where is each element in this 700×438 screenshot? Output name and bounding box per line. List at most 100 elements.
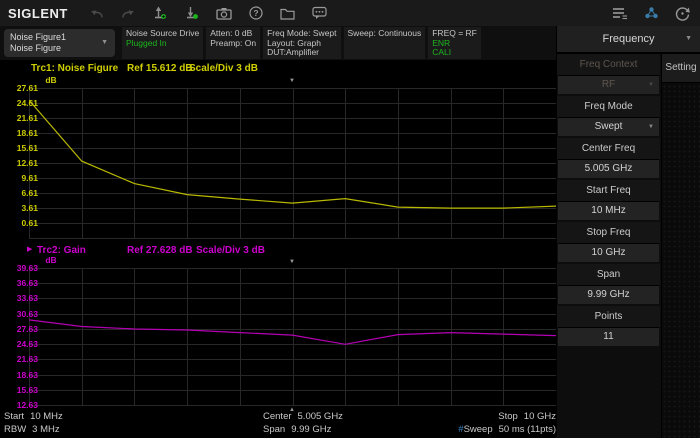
measurement-type: Noise Figure [10, 43, 62, 53]
noise-source-off-icon[interactable] [184, 6, 199, 21]
trace2-ref-level[interactable]: Ref 27.628 dB [127, 245, 193, 256]
web-control-icon[interactable] [644, 6, 659, 20]
menu-item-value-points[interactable]: 11 [558, 327, 659, 346]
menu-item-label: Freq Context [557, 54, 660, 75]
trace2-grid [29, 268, 557, 406]
status-line: Plugged In [126, 37, 167, 48]
freq-cal-cell[interactable]: FREQ = RF ENR CALI [428, 27, 481, 59]
menu-item-label: Freq Mode [557, 96, 660, 117]
status-line: Sweep: Continuous [347, 28, 422, 38]
noise-source-drive-cell[interactable]: Noise Source Drive Plugged In [122, 27, 204, 59]
tab-setting[interactable]: Setting [662, 54, 700, 83]
noise-source-on-icon[interactable] [152, 6, 167, 21]
chevron-down-icon: ▼ [101, 39, 108, 46]
file-icon[interactable] [280, 7, 295, 20]
menu-item-value-center-freq[interactable]: 5.005 GHz [558, 159, 659, 178]
help-icon[interactable]: ? [249, 6, 263, 20]
center-value: 5.005 GHz [297, 411, 343, 422]
span-readout: Span 9.99 GHz [263, 424, 331, 435]
redo-icon[interactable] [121, 7, 135, 20]
menu-item-label: Stop Freq [557, 222, 660, 243]
y-tick-label: 24.63 [16, 339, 38, 349]
y-tick-label: 21.63 [16, 354, 38, 364]
menu-item-label: Start Freq [557, 180, 660, 201]
menu-item-stop-freq: Stop Freq 10 GHz [557, 222, 660, 262]
trace1-grid [29, 88, 557, 239]
menu-item-value-span[interactable]: 9.99 GHz [558, 285, 659, 304]
menu-item-center-freq: Center Freq 5.005 GHz [557, 138, 660, 178]
active-trace-marker-icon: ▶ [27, 246, 33, 253]
message-icon[interactable] [312, 6, 327, 20]
y-tick-label: 15.61 [16, 143, 38, 153]
y-tick-label: 30.63 [16, 309, 38, 319]
freq-mode-cell[interactable]: Freq Mode: Swept Layout: Graph DUT:Amplifi… [263, 27, 341, 59]
sweep-marker-top2-icon: ▼ [289, 259, 295, 265]
trace1-scale-div[interactable]: Scale/Div 3 dB [189, 63, 258, 74]
trace2-graph [29, 268, 557, 406]
chevron-down-icon: ▼ [685, 35, 692, 42]
status-line: CALI [432, 47, 452, 57]
restore-icon[interactable] [675, 6, 690, 21]
measurement-name: Noise Figure1 [10, 32, 67, 42]
trace1-graph [29, 88, 557, 239]
toolbar-right-icons [612, 0, 690, 26]
measurement-selector[interactable]: Noise Figure1 Noise Figure ▼ [4, 29, 115, 57]
menu-item-label: Center Freq [557, 138, 660, 159]
sweep-time-readout: #Sweep 50 ms (11pts) [458, 424, 556, 435]
trace2-scale-div[interactable]: Scale/Div 3 dB [196, 245, 265, 256]
start-freq-readout: Start 10 MHz [4, 411, 63, 422]
menu-item-points: Points 11 [557, 306, 660, 346]
span-label: Span [263, 424, 286, 435]
status-line: DUT:Amplifier [267, 47, 320, 57]
trace1-title[interactable]: Trc1: Noise Figure [31, 63, 118, 74]
menu-item-label: Span [557, 264, 660, 285]
start-value: 10 MHz [30, 411, 63, 422]
y-tick-label: 3.61 [21, 203, 38, 213]
menu-item-value-freq-mode[interactable]: Swept ▼ [558, 117, 659, 136]
frequency-panel: Frequency ▼ Freq Context RF ▼ Freq Mode Swep… [556, 26, 700, 438]
rbw-label: RBW [4, 424, 27, 435]
siglent-logo: SIGLENT [8, 5, 68, 21]
menu-item-value-stop-freq[interactable]: 10 GHz [558, 243, 659, 262]
stop-freq-readout: Stop 10 GHz [498, 411, 556, 422]
y-tick-label: 27.61 [16, 83, 38, 93]
undo-icon[interactable] [90, 7, 104, 20]
trace2-unit-label: dB [45, 255, 57, 265]
y-tick-label: 18.61 [16, 128, 38, 138]
rbw-value: 3 MHz [32, 424, 60, 435]
noise-figure-analyzer-screen: SIGLENT ? Noise Figure1 Noise Figure ▼ N… [0, 0, 700, 438]
chevron-down-icon: ▼ [648, 82, 654, 88]
screenshot-icon[interactable] [216, 7, 232, 20]
menu-item-start-freq: Start Freq 10 MHz [557, 180, 660, 220]
panel-title: Frequency [602, 33, 655, 45]
menu-item-freq-mode: Freq Mode Swept ▼ [557, 96, 660, 136]
trace1-ref-level[interactable]: Ref 15.612 dB [127, 63, 193, 74]
y-tick-label: 15.63 [16, 385, 38, 395]
y-tick-label: 0.61 [21, 218, 38, 228]
center-freq-readout: Center 5.005 GHz [263, 411, 343, 422]
y-tick-label: 21.61 [16, 113, 38, 123]
task-list-icon[interactable] [612, 6, 628, 20]
menu-item-value-start-freq[interactable]: 10 MHz [558, 201, 659, 220]
y-tick-label: 18.63 [16, 370, 38, 380]
panel-tab-column: Setting [661, 54, 700, 438]
trace2-gain-trace [29, 319, 557, 345]
menu-item-label: Points [557, 306, 660, 327]
rbw-readout: RBW 3 MHz [4, 424, 60, 435]
toolbar-left-icons: ? [90, 6, 327, 21]
trace1-noise-figure-trace [29, 99, 557, 209]
atten-preamp-cell[interactable]: Atten: 0 dB Preamp: On [206, 27, 261, 59]
y-tick-label: 12.63 [16, 400, 38, 410]
sweep-cell[interactable]: Sweep: Continuous [343, 27, 426, 59]
sweep-hash-icon: # [458, 424, 464, 435]
y-tick-label: 9.61 [21, 173, 38, 183]
sweep-marker-top1-icon: ▼ [289, 78, 295, 84]
y-tick-label: 27.63 [16, 324, 38, 334]
y-tick-label: 33.63 [16, 293, 38, 303]
stop-value: 10 GHz [523, 411, 556, 422]
trace1-unit-label: dB [45, 75, 57, 85]
status-bar: Noise Figure1 Noise Figure ▼ Noise Sourc… [0, 26, 556, 60]
panel-title-dropdown[interactable]: Frequency ▼ [557, 26, 700, 54]
y-tick-label: 6.61 [21, 188, 38, 198]
chevron-down-icon: ▼ [648, 124, 654, 130]
